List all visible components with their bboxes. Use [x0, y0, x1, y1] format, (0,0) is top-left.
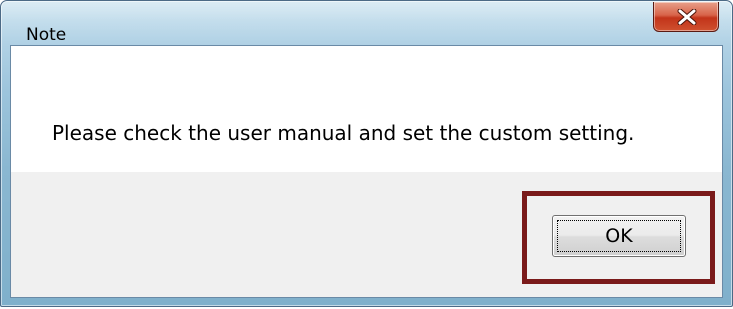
window-title: Note [26, 25, 67, 45]
ok-button-label: OK [605, 225, 633, 247]
message-text: Please check the user manual and set the… [52, 121, 635, 145]
dialog-content: Please check the user manual and set the… [10, 45, 723, 298]
ok-button-highlight: OK [522, 191, 715, 284]
dialog-window: Note Please check the user manual and se… [0, 0, 733, 307]
close-icon [677, 9, 697, 25]
button-area: OK [11, 172, 722, 297]
title-bar[interactable]: Note [1, 1, 732, 45]
ok-button[interactable]: OK [552, 215, 686, 257]
close-button[interactable] [653, 2, 719, 32]
